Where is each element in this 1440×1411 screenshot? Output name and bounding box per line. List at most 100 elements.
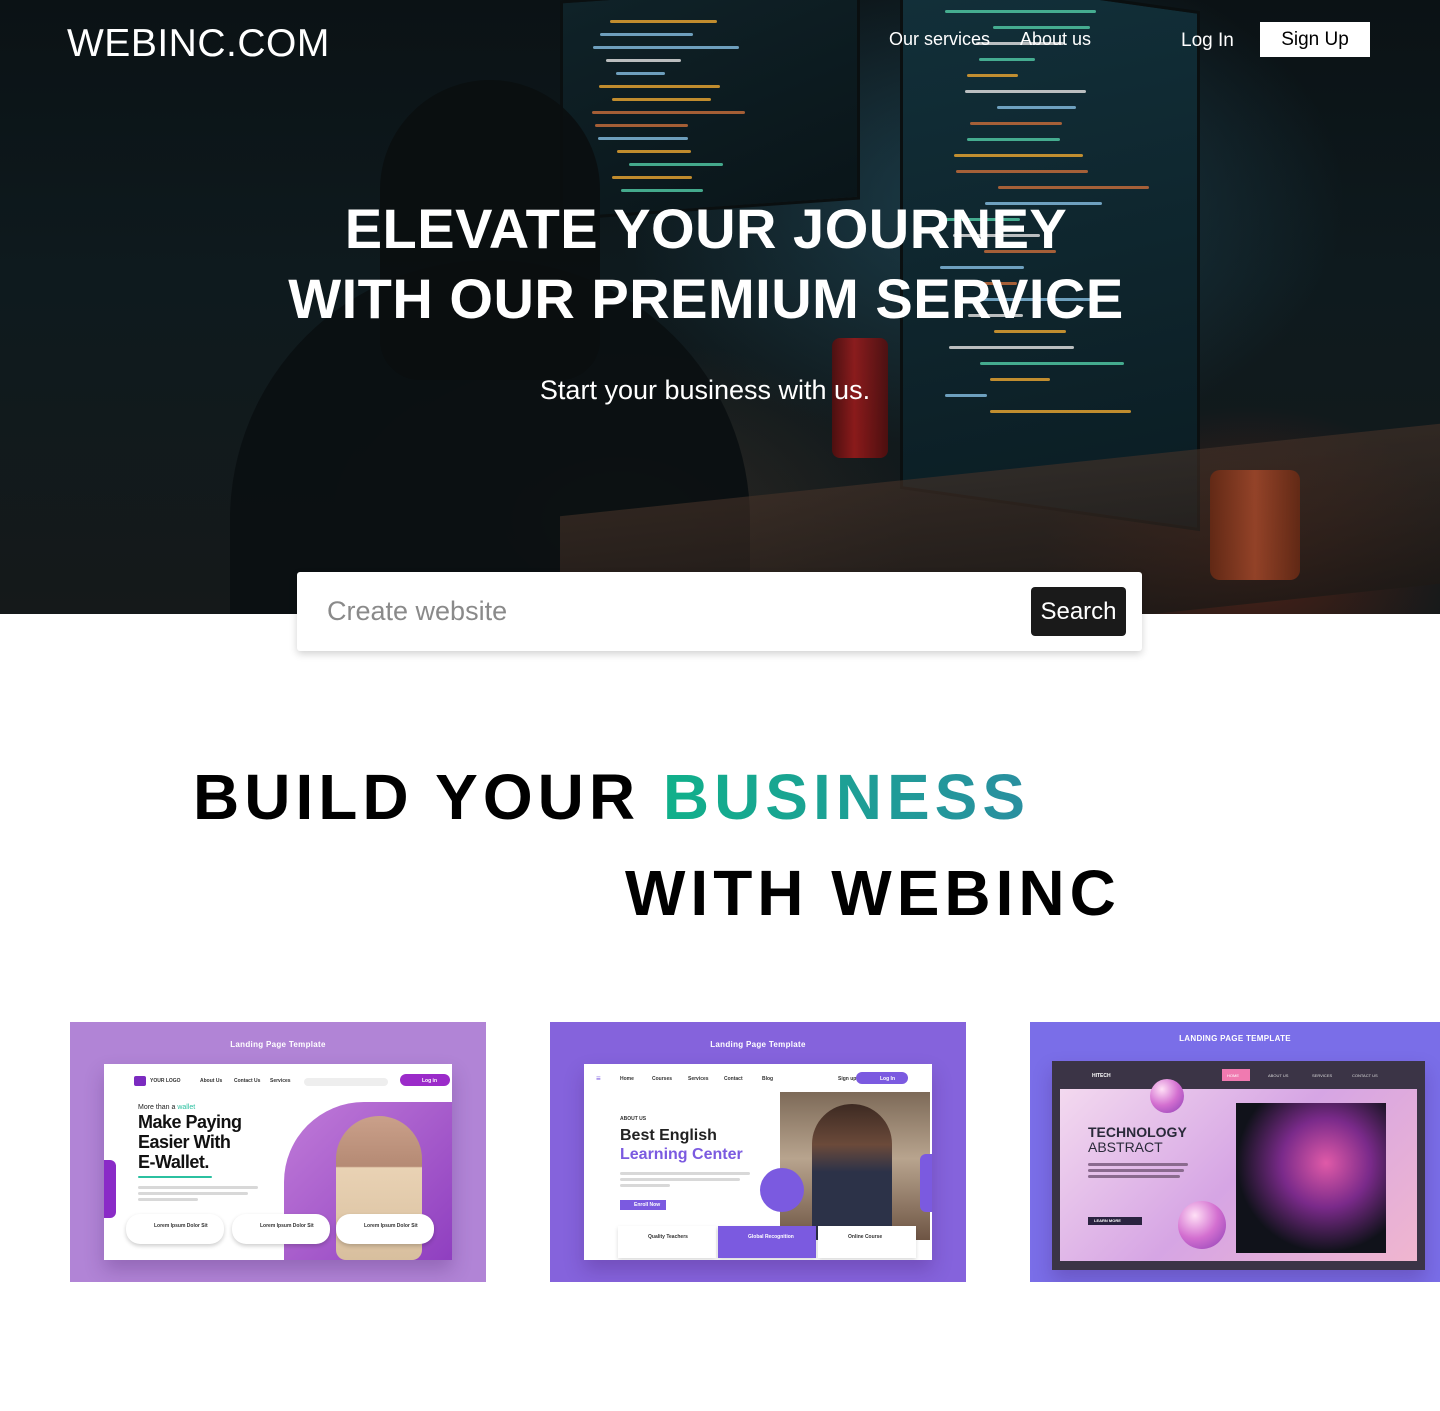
preview-heading: Best English Learning Center [620,1127,743,1163]
code-line-decoration [593,46,739,49]
preview-nav-item: CONTACT US [1352,1073,1378,1078]
preview-logo-text: HITECH [1092,1073,1111,1079]
code-line-decoration [949,346,1075,349]
preview-eyebrow: ABOUT US [620,1116,647,1122]
code-line-decoration [609,20,717,23]
preview-vr-person-image [1236,1103,1386,1253]
login-link[interactable]: Log In [1181,30,1234,52]
preview-nav-item: About Us [200,1078,223,1084]
code-line-decoration [956,170,1089,173]
search-bar: Search [297,572,1142,651]
hero-section: WEBINC.COM Our services About us Log In … [0,0,1440,614]
preview-accent-circle [760,1168,804,1212]
preview-nav-item: Contact [724,1076,743,1082]
template-card-label: Landing Page Template [710,1040,806,1049]
preview-nav-item: Contact Us [234,1078,261,1084]
code-line-decoration [964,90,1087,93]
preview-signup-link: Sign up [838,1076,857,1082]
preview-text-line [138,1198,198,1201]
preview-logo-text: YOUR LOGO [150,1078,181,1084]
build-heading-line-2: WITH WEBINC [625,857,1121,929]
template-preview-technology: HITECH HOME ABOUT US SERVICES CONTACT US… [1052,1061,1425,1270]
code-line-decoration [592,111,745,114]
build-heading-prefix: BUILD YOUR [193,761,641,833]
preview-feature-chip: Lorem Ipsum Dolor Sit [126,1214,224,1244]
nav-link-about-us[interactable]: About us [1020,29,1091,50]
preview-underline [138,1176,212,1178]
preview-feature-box: Quality Teachers [618,1226,716,1258]
preview-social-bar [104,1160,116,1218]
preview-feature-chip: Lorem Ipsum Dolor Sit [336,1214,434,1244]
hero-title-line-2: WITH OUR PREMIUM SERVICE [288,267,1124,330]
code-line-decoration [620,189,704,192]
preview-logo-icon [134,1076,146,1086]
template-card-label: Landing Page Template [230,1040,326,1049]
template-card-label: LANDING PAGE TEMPLATE [1179,1034,1291,1043]
preview-nav-item: Blog [762,1076,774,1082]
preview-heading: TECHNOLOGY ABSTRACT [1088,1124,1187,1155]
preview-text-line [1088,1163,1188,1166]
code-line-decoration [616,72,666,75]
code-line-decoration [997,106,1077,109]
build-heading-line-1: BUILD YOUR BUSINESS [193,760,1030,834]
build-heading-accent: BUSINESS [662,761,1031,833]
preview-nav-item: Services [270,1078,291,1084]
nav-link-our-services[interactable]: Our services [889,29,990,50]
code-line-decoration [597,137,688,140]
code-line-decoration [594,124,689,127]
preview-text-line [138,1192,248,1195]
preview-nav-item: SERVICES [1312,1073,1333,1078]
preview-search-field [304,1078,388,1086]
code-line-decoration [979,58,1036,61]
code-line-decoration [611,176,692,179]
code-line-decoration [967,74,1018,77]
hero-subtitle: Start your business with us. [539,375,871,405]
preview-social-bar [920,1154,932,1212]
preview-login-label: Log in [422,1078,437,1084]
preview-heading: Make Paying Easier With E-Wallet. [138,1112,242,1172]
preview-menu-icon: ≡ [596,1074,601,1083]
code-line-decoration [967,138,1060,141]
preview-sphere-decoration [1178,1201,1226,1249]
preview-feature-box: Global Recognition [718,1226,816,1258]
preview-nav-item: Home [620,1076,634,1082]
pen-holder-image [1210,470,1300,580]
preview-text-line [1088,1175,1180,1178]
template-preview-english-center: ≡ Home Courses Services Contact Blog Sig… [584,1064,932,1260]
code-line-decoration [599,85,721,88]
preview-nav-item: HOME [1227,1073,1239,1078]
preview-nav-item: Courses [652,1076,673,1082]
hero-title-line-1: ELEVATE YOUR JOURNEY [344,197,1068,260]
code-line-decoration [989,410,1132,413]
hero-title: ELEVATE YOUR JOURNEY WITH OUR PREMIUM SE… [0,194,1412,334]
code-line-decoration [612,98,711,101]
code-line-decoration [969,122,1063,125]
template-card-english-center[interactable]: Landing Page Template ≡ Home Courses Ser… [550,1022,966,1282]
code-line-decoration [606,59,681,62]
preview-pretitle: More than a wallet [138,1104,196,1111]
preview-enroll-label: Enroll Now [634,1202,661,1208]
preview-sphere-decoration [1150,1079,1184,1113]
search-button[interactable]: Search [1031,587,1126,636]
template-preview-ewallet: YOUR LOGO About Us Contact Us Services L… [104,1064,452,1260]
code-line-decoration [629,163,723,166]
preview-text-line [1088,1169,1184,1172]
preview-student-image [812,1104,892,1240]
code-line-decoration [979,362,1124,365]
preview-nav-item: Services [688,1076,709,1082]
search-input[interactable] [327,590,1007,632]
preview-text-line [138,1186,258,1189]
template-card-ewallet[interactable]: Landing Page Template YOUR LOGO About Us… [70,1022,486,1282]
site-logo[interactable]: WEBINC.COM [67,22,330,66]
preview-nav-item: ABOUT US [1268,1073,1289,1078]
preview-text-line [620,1184,670,1187]
code-line-decoration [998,186,1150,189]
template-card-technology[interactable]: LANDING PAGE TEMPLATE HITECH HOME ABOUT … [1030,1022,1440,1282]
signup-button[interactable]: Sign Up [1260,22,1370,57]
preview-text-line [620,1178,740,1181]
code-line-decoration [599,33,693,36]
preview-learn-more-label: LEARN MORE [1094,1218,1121,1223]
preview-feature-box: Online Course [818,1226,916,1258]
code-line-decoration [944,10,1096,13]
code-line-decoration [616,150,691,153]
